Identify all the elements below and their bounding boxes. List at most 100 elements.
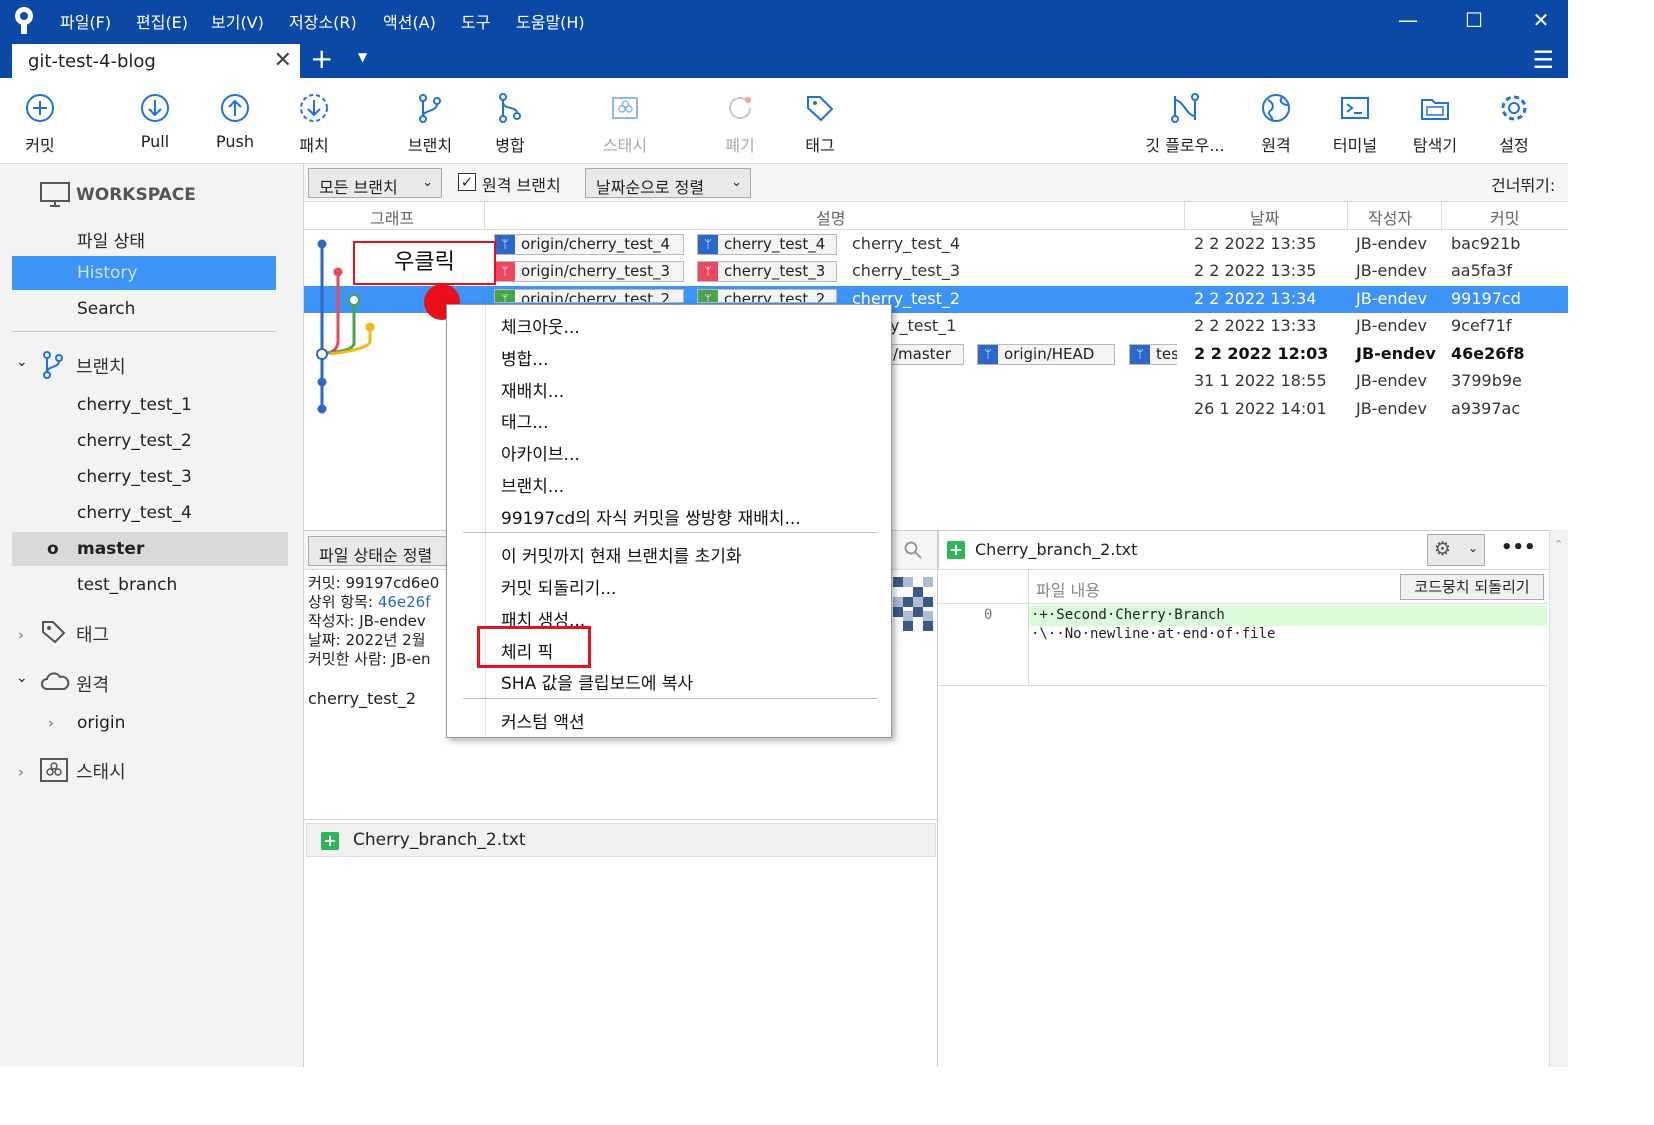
column-author[interactable]: 작성자 — [1368, 205, 1412, 229]
tab-repository[interactable]: git-test-4-blog ✕ — [12, 44, 300, 78]
commit-button[interactable]: 커밋 — [0, 92, 80, 156]
pull-button[interactable]: Pull — [115, 92, 195, 151]
sidebar-branch-item[interactable]: cherry_test_3 — [12, 460, 276, 494]
right-click-annotation: 우클릭 — [353, 241, 496, 285]
push-button[interactable]: Push — [195, 92, 275, 151]
branches-heading[interactable]: 브랜치 — [76, 353, 126, 379]
stash-heading[interactable]: 스태시 — [76, 758, 126, 784]
branch-filter-combo[interactable]: 모든 브랜치 ⌄ — [308, 168, 442, 198]
parent-link[interactable]: 46e26f — [378, 593, 431, 611]
chevron-right-icon[interactable]: › — [18, 763, 24, 781]
menu-repository[interactable]: 저장소(R) — [289, 9, 357, 33]
sidebar-item-search[interactable]: Search — [12, 292, 276, 326]
branch-icon: ᛘ — [698, 290, 718, 302]
terminal-button[interactable]: 터미널 — [1315, 92, 1395, 156]
menu-separator — [463, 532, 877, 533]
chevron-down-icon[interactable]: ⌄ — [16, 354, 28, 370]
branch-icon: ᛘ — [698, 235, 718, 254]
graph-node — [333, 267, 343, 277]
merge-button[interactable]: 병합 — [470, 92, 550, 156]
menu-tools[interactable]: 도구 — [461, 9, 490, 33]
folder-icon — [1421, 99, 1449, 120]
discard-button[interactable]: 폐기 — [700, 92, 780, 156]
menu-actions[interactable]: 액션(A) — [383, 9, 436, 33]
remotes-heading[interactable]: 원격 — [76, 671, 109, 697]
sidebar-branch-item[interactable]: cherry_test_4 — [12, 496, 276, 530]
explorer-button[interactable]: 탐색기 — [1395, 92, 1475, 156]
menu-item-copy-sha[interactable]: SHA 값을 클립보드에 복사 — [501, 669, 693, 694]
menu-item-checkout[interactable]: 체크아웃... — [501, 313, 580, 338]
menu-item-branch[interactable]: 브랜치... — [501, 472, 564, 497]
stash-button[interactable]: 스태시 — [585, 92, 665, 156]
scroll-up-icon[interactable]: ⌃ — [1554, 538, 1563, 551]
search-icon[interactable] — [904, 541, 922, 559]
menu-separator — [463, 698, 877, 699]
menu-item-reset[interactable]: 이 커밋까지 현재 브랜치를 초기화 — [501, 542, 742, 567]
menu-file[interactable]: 파일(F) — [60, 9, 111, 33]
column-graph[interactable]: 그래프 — [370, 205, 414, 229]
sidebar-branch-item[interactable]: cherry_test_2 — [12, 424, 276, 458]
menu-item-archive[interactable]: 아카이브... — [501, 440, 580, 465]
tag-button[interactable]: 태그 — [780, 92, 860, 156]
remote-button[interactable]: 원격 — [1236, 92, 1316, 156]
sidebar-item-history[interactable]: History — [12, 256, 276, 290]
menu-item-tag[interactable]: 태그... — [501, 408, 549, 433]
chevron-down-icon[interactable]: ⌄ — [16, 670, 28, 686]
sort-combo[interactable]: 날짜순으로 정렬 ⌄ — [585, 168, 751, 198]
menu-item-revert[interactable]: 커밋 되돌리기... — [501, 574, 616, 599]
settings-button[interactable]: 설정 — [1474, 92, 1554, 156]
revert-hunk-button[interactable]: 코드뭉치 되돌리기 — [1400, 574, 1544, 600]
minimize-button[interactable]: — — [1393, 6, 1423, 34]
sidebar-remote-item[interactable]: origin — [12, 706, 276, 740]
sidebar-branch-item[interactable]: test_branch — [12, 568, 276, 602]
git-flow-icon — [1171, 93, 1199, 123]
maximize-button[interactable]: ☐ — [1459, 6, 1489, 34]
tags-heading[interactable]: 태그 — [76, 621, 109, 647]
commit-icon — [26, 94, 54, 122]
patch-button[interactable]: 패치 — [274, 92, 354, 156]
branch-icon: ᛘ — [495, 262, 515, 281]
jump-label: 건너뛰기: — [1491, 176, 1556, 195]
workspace-heading: WORKSPACE — [76, 185, 196, 205]
tab-close-icon[interactable]: ✕ — [274, 48, 292, 73]
diff-divider — [938, 685, 1548, 686]
chevron-right-icon[interactable]: › — [18, 626, 24, 644]
menu-edit[interactable]: 편집(E) — [136, 9, 188, 33]
close-window-button[interactable]: ✕ — [1526, 6, 1556, 34]
menu-item-rebase[interactable]: 재배치... — [501, 377, 564, 402]
column-date[interactable]: 날짜 — [1250, 205, 1279, 229]
gear-icon — [1501, 95, 1527, 121]
git-flow-button[interactable]: 깃 플로우... — [1140, 92, 1230, 156]
push-icon — [221, 94, 249, 122]
vertical-divider — [937, 530, 938, 1067]
diff-options-button[interactable]: ⚙ ⌄ — [1427, 534, 1485, 566]
sidebar-item-file-status[interactable]: 파일 상태 — [12, 220, 276, 254]
diff-scrollbar[interactable]: ⌃ — [1549, 530, 1568, 1067]
context-menu: 체크아웃... 병합... 재배치... 태그... 아카이브... 브랜치..… — [446, 304, 892, 738]
globe-icon — [1262, 94, 1290, 122]
add-tab-button[interactable]: + — [310, 42, 333, 75]
changed-file-row[interactable]: + Cherry_branch_2.txt — [306, 823, 936, 857]
panel-divider — [304, 819, 938, 820]
column-commit[interactable]: 커밋 — [1490, 205, 1519, 229]
menu-help[interactable]: 도움말(H) — [516, 9, 585, 33]
more-options-icon[interactable]: ••• — [1501, 537, 1536, 558]
tab-dropdown-icon[interactable]: ▼ — [358, 50, 367, 64]
commit-details: 커밋: 99197cd6e0 상위 항목: 46e26f 작성자: JB-end… — [308, 574, 440, 708]
tab-bar: git-test-4-blog ✕ + ▼ ☰ — [0, 40, 1568, 78]
menu-view[interactable]: 보기(V) — [211, 9, 264, 33]
patch-icon — [300, 94, 328, 122]
menu-item-custom-actions[interactable]: 커스텀 액션 — [501, 708, 585, 733]
chevron-down-icon: ⌄ — [422, 175, 433, 190]
file-sort-combo[interactable]: 파일 상태순 정렬 — [308, 536, 458, 566]
remote-branches-checkbox[interactable]: ✓ — [458, 173, 476, 191]
menu-item-interactive-rebase[interactable]: 99197cd의 자식 커밋을 쌍방향 재배치... — [501, 504, 801, 529]
menu-item-merge[interactable]: 병합... — [501, 345, 549, 370]
hamburger-menu-icon[interactable]: ☰ — [1532, 46, 1554, 74]
discard-icon — [729, 97, 751, 119]
sidebar-branch-item[interactable]: cherry_test_1 — [12, 388, 276, 422]
column-description[interactable]: 설명 — [816, 205, 845, 229]
branch-icon: ᛘ — [495, 235, 515, 254]
branch-button[interactable]: 브랜치 — [390, 92, 470, 156]
sidebar-branch-item-current[interactable]: o master — [12, 532, 288, 566]
